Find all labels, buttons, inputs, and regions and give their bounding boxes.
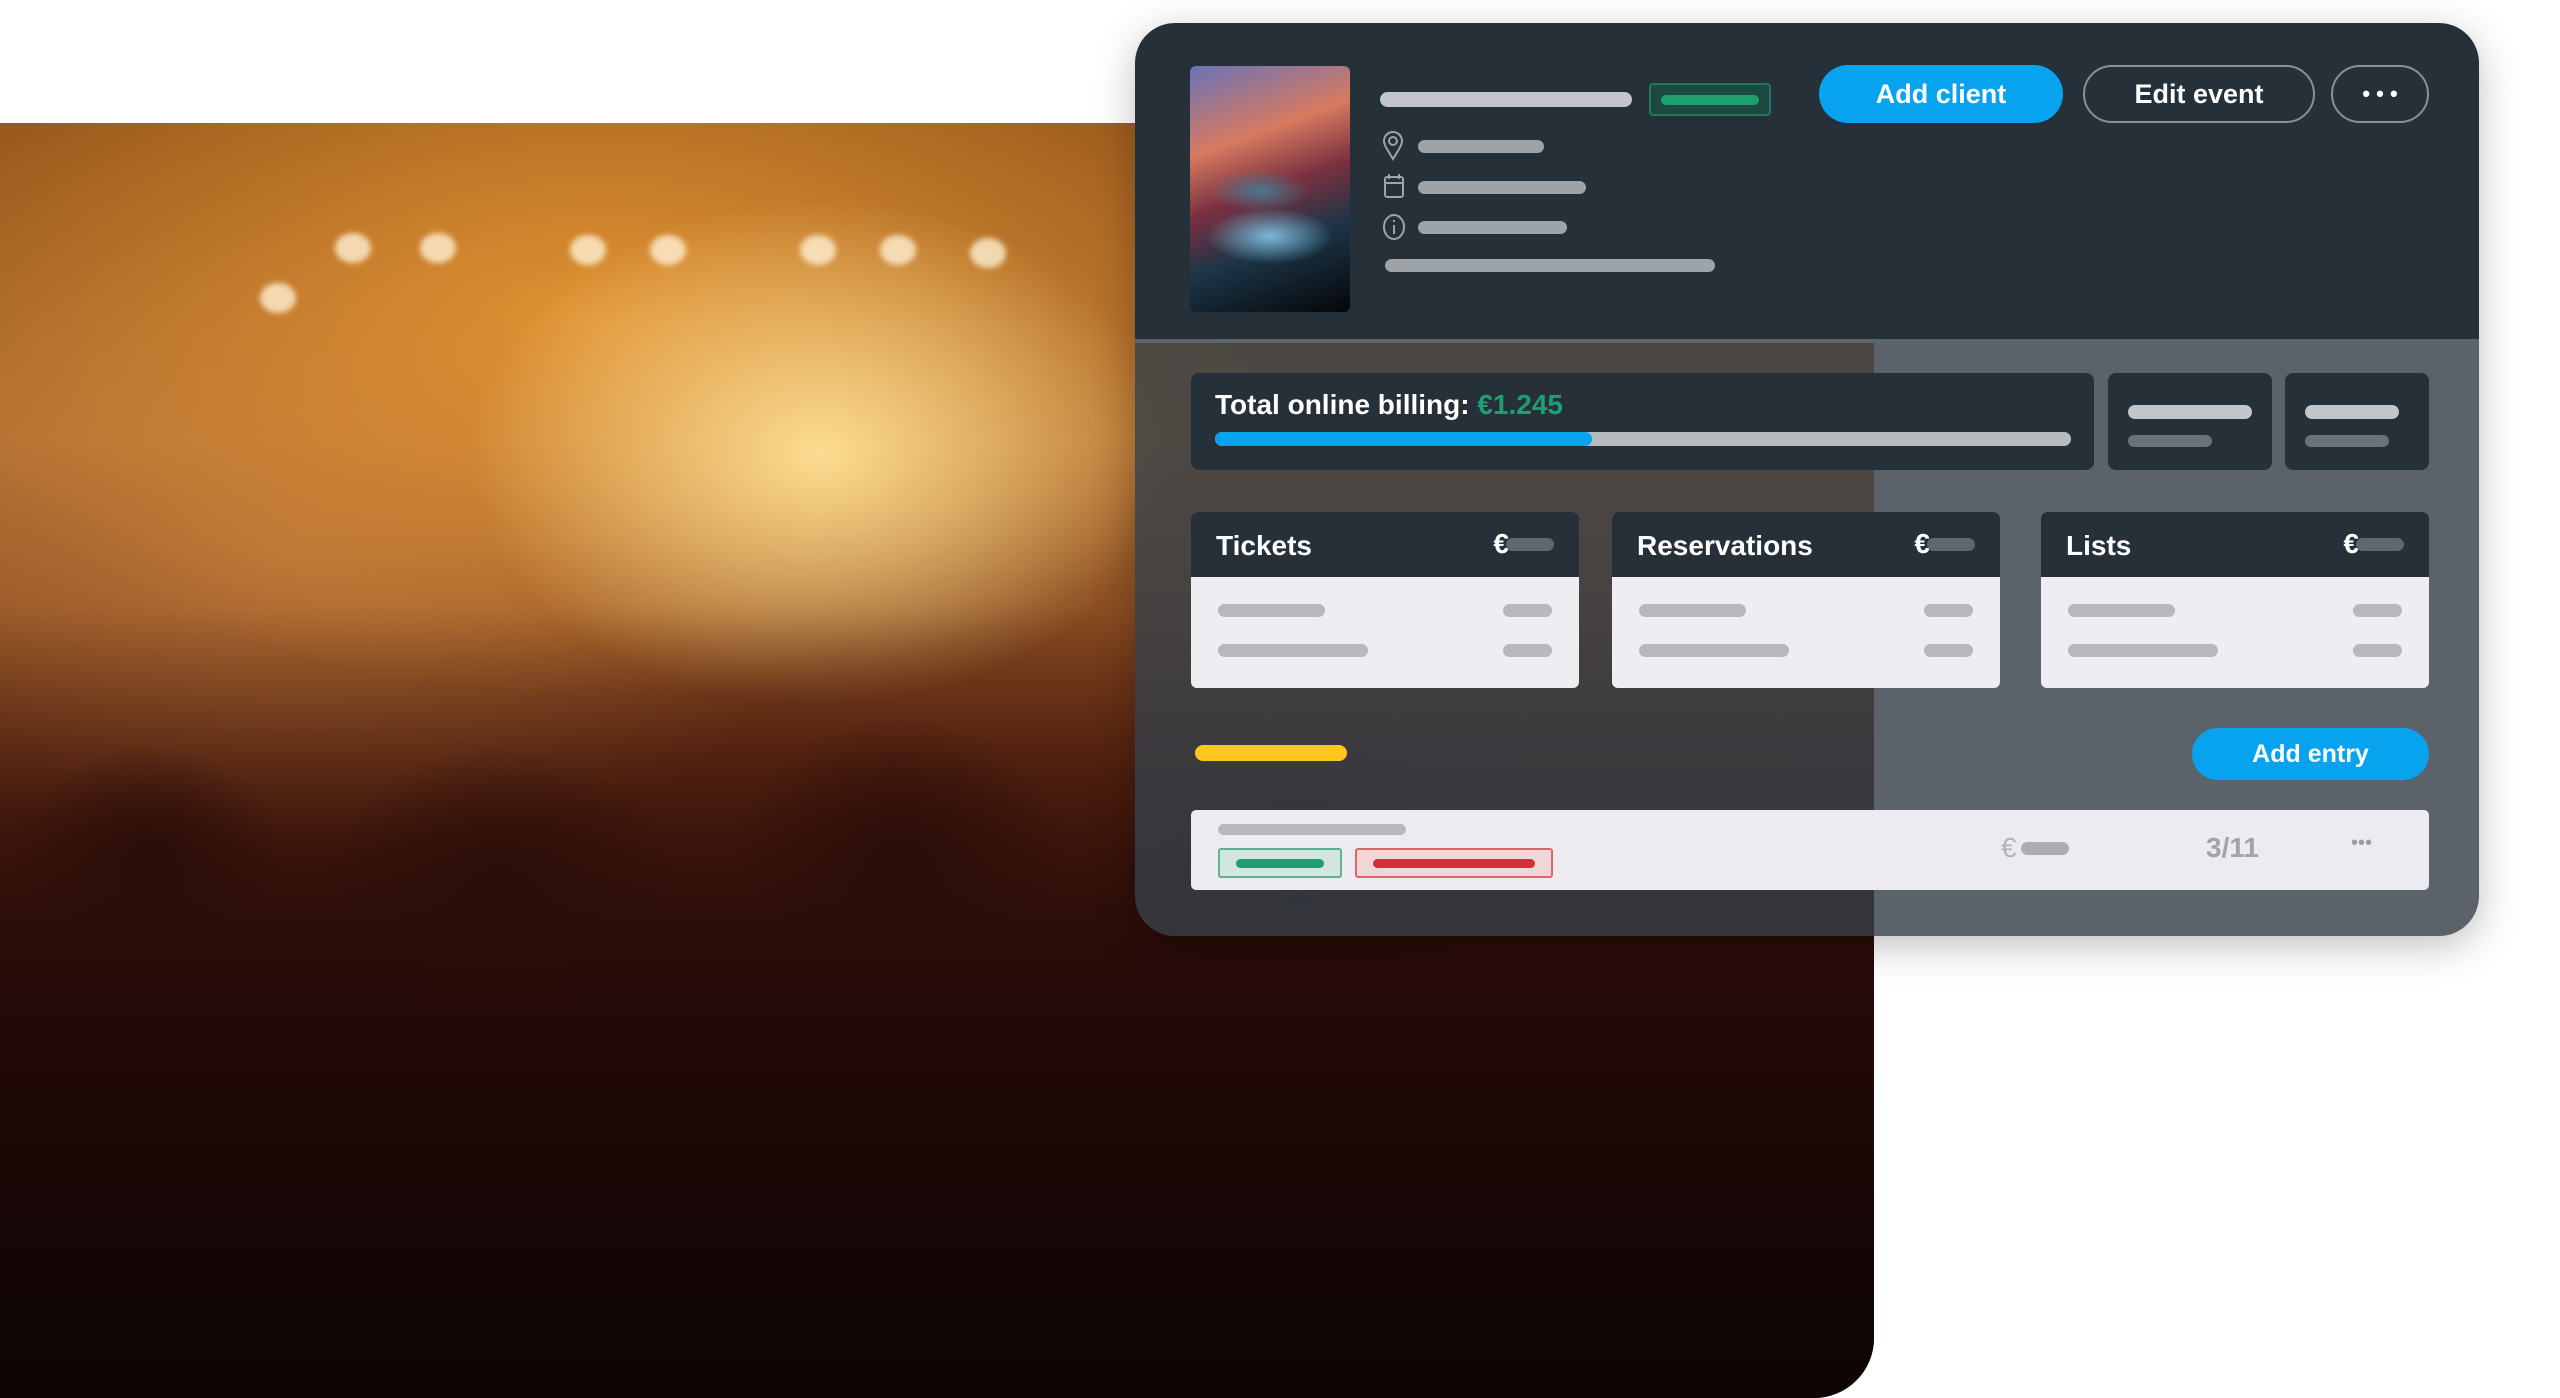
billing-progress-bar [1215, 432, 2071, 446]
entry-row[interactable]: € 3/11 ••• [1191, 810, 2429, 890]
card-title: Tickets [1216, 530, 1312, 561]
billing-progress-fill [1215, 432, 1592, 446]
description-placeholder [1385, 259, 1715, 272]
add-entry-button[interactable]: Add entry [2192, 728, 2429, 780]
edit-event-button[interactable]: Edit event [2083, 65, 2315, 123]
add-client-button[interactable]: Add client [1819, 65, 2063, 123]
date-placeholder [1418, 181, 1586, 194]
event-header: Add client Edit event • • • [1135, 23, 2479, 343]
stat-box [2108, 373, 2272, 470]
event-panel: Add client Edit event • • • Total online… [1135, 23, 2479, 936]
event-thumbnail [1190, 66, 1350, 312]
billing-amount: €1.245 [1477, 389, 1563, 420]
more-options-button[interactable]: • • • [2331, 65, 2429, 123]
info-icon [1383, 214, 1405, 240]
calendar-icon [1384, 174, 1404, 198]
status-tag-red [1355, 848, 1553, 878]
event-title-placeholder [1380, 92, 1632, 107]
entry-more-button[interactable]: ••• [2351, 832, 2372, 855]
card-title: Reservations [1637, 530, 1813, 561]
location-placeholder [1418, 140, 1544, 153]
info-placeholder [1418, 221, 1567, 234]
tickets-card[interactable]: Tickets € [1191, 512, 1579, 688]
status-tag-green [1218, 848, 1342, 878]
entry-count: 3/11 [2206, 832, 2259, 863]
billing-label: Total online billing: [1215, 389, 1478, 420]
status-badge [1649, 83, 1771, 116]
lists-card[interactable]: Lists € [2041, 512, 2429, 688]
stat-box [2285, 373, 2429, 470]
reservations-card[interactable]: Reservations € [1612, 512, 2000, 688]
section-label-placeholder [1195, 745, 1347, 761]
location-pin-icon [1382, 131, 1404, 161]
card-title: Lists [2066, 530, 2132, 561]
billing-summary: Total online billing: €1.245 [1191, 373, 2094, 470]
euro-icon: € [2001, 832, 2017, 863]
